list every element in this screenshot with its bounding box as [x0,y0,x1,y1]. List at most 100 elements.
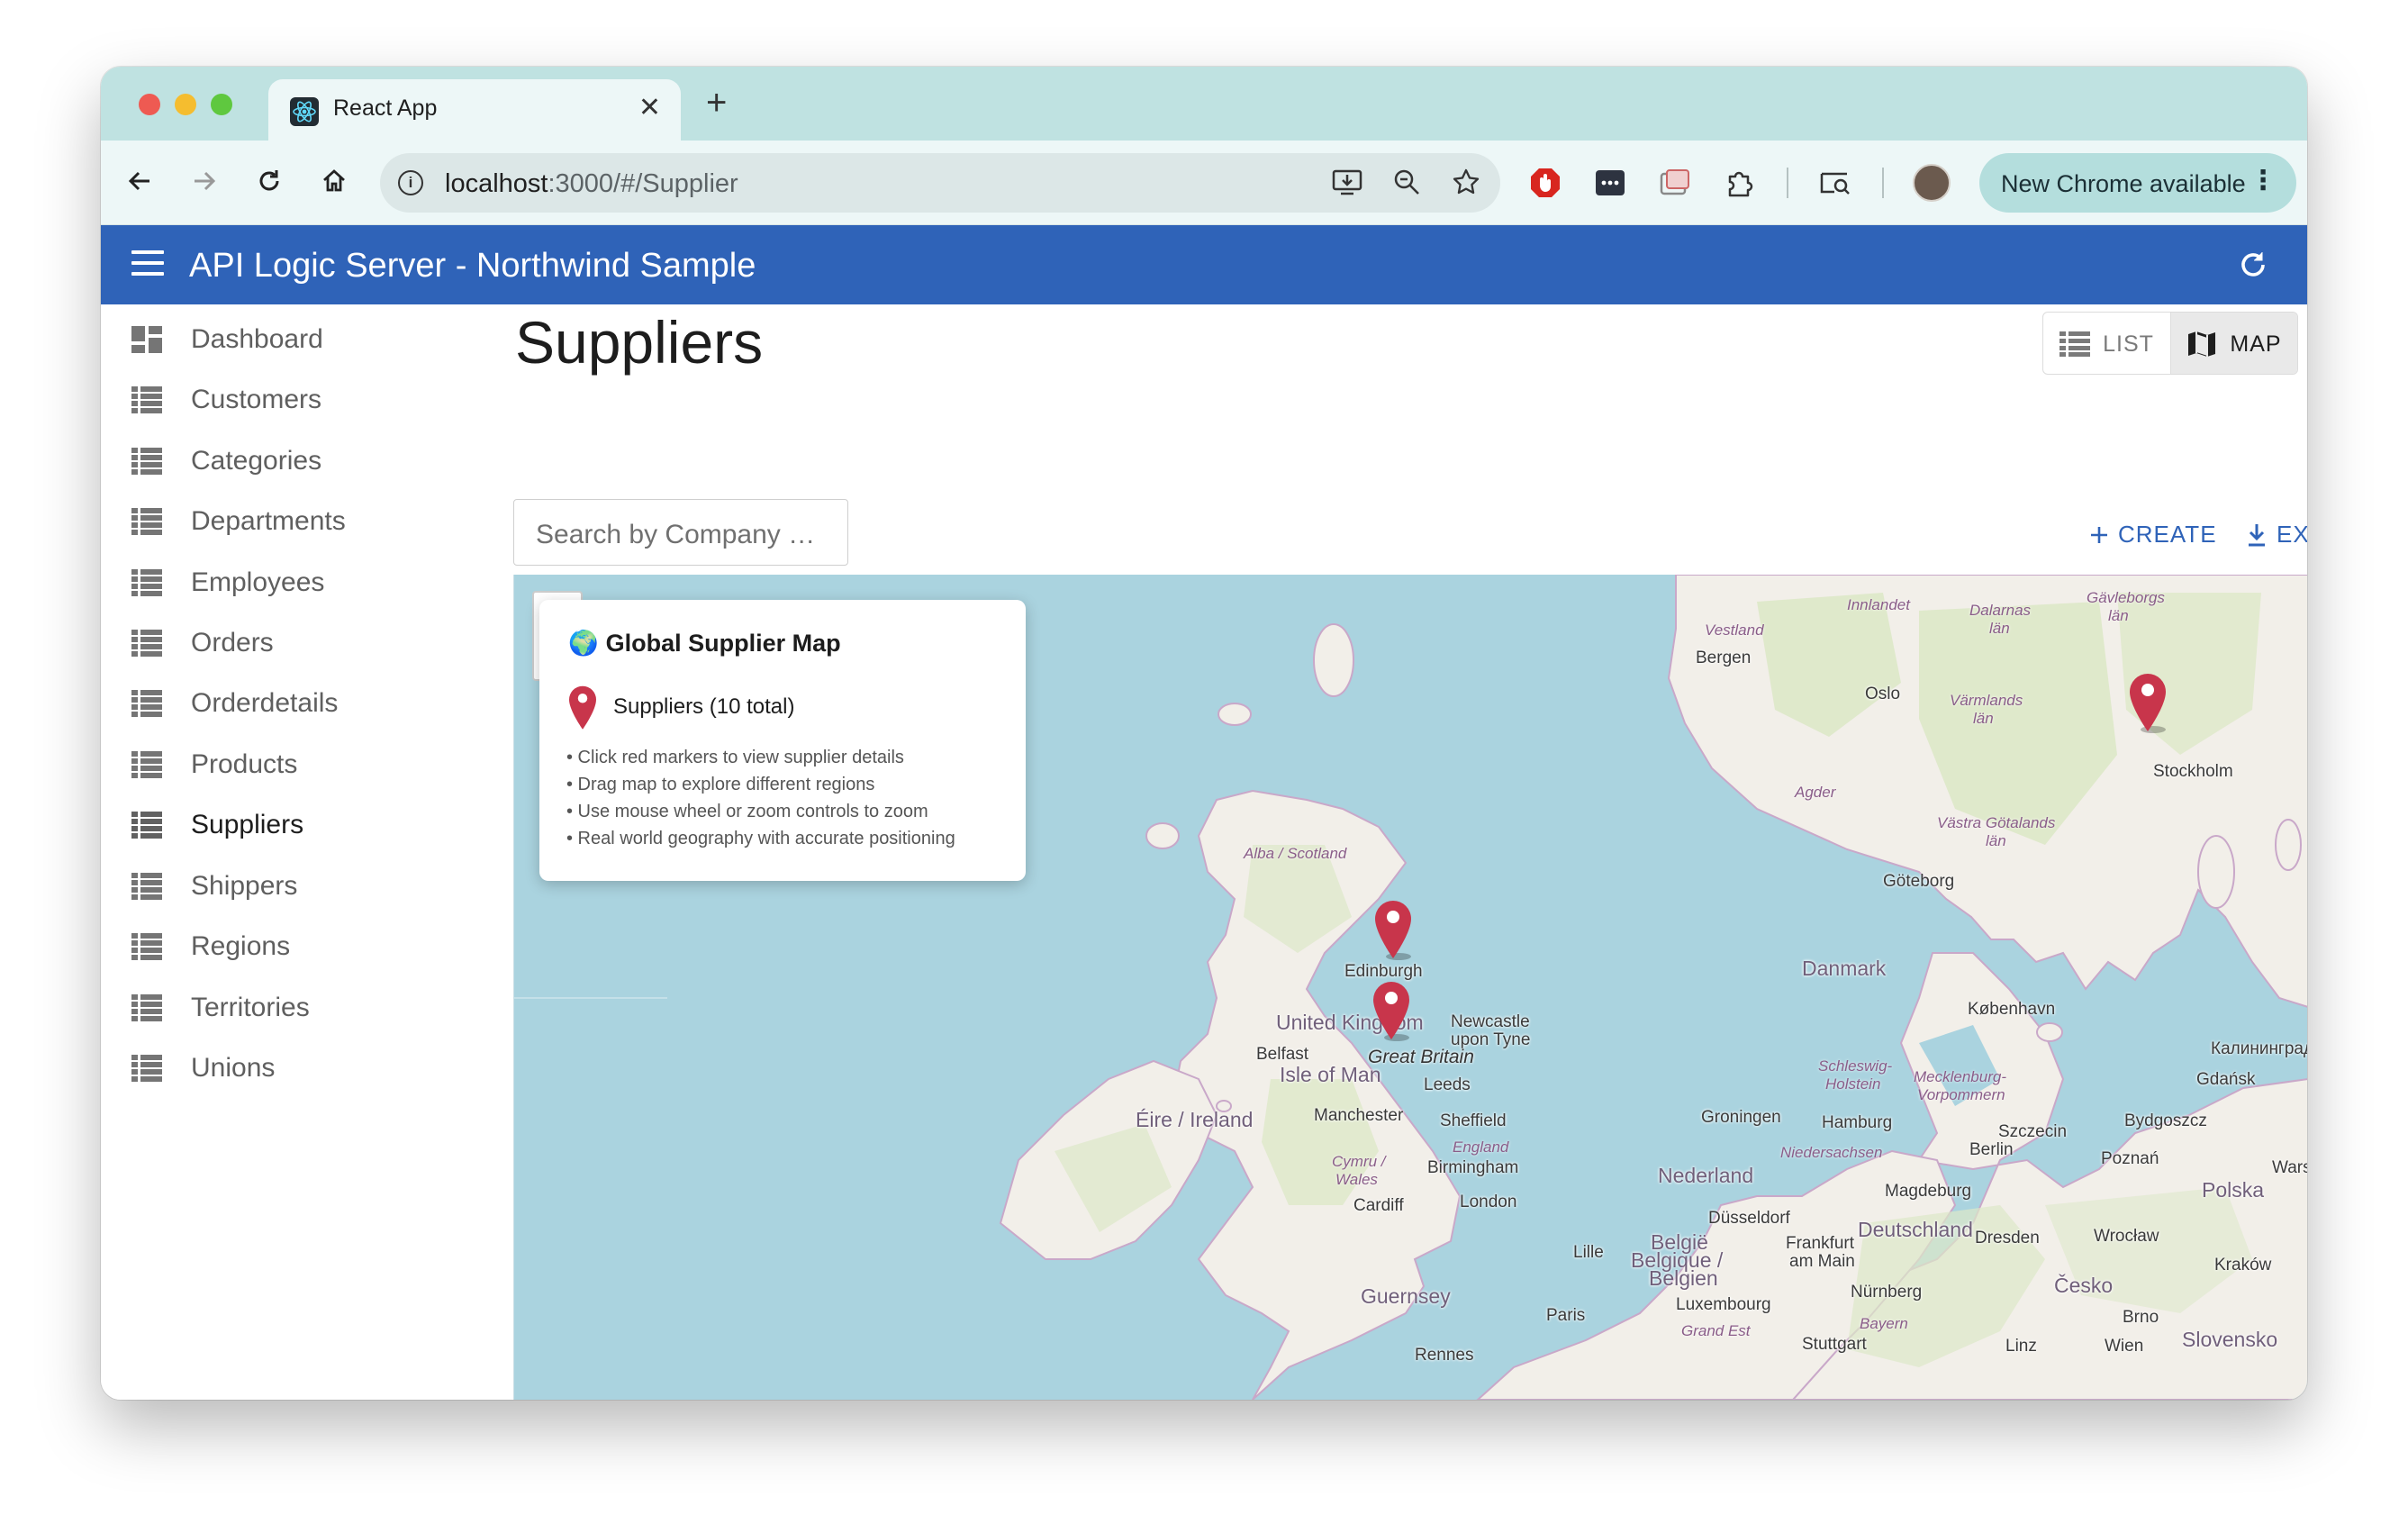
profile-avatar[interactable] [1913,164,1951,202]
back-button[interactable] [119,159,160,204]
map-label: Schleswig- [1818,1057,1893,1075]
react-icon [290,97,319,126]
extensions-puzzle-icon[interactable] [1722,165,1758,201]
sidebar-item-categories[interactable]: Categories [101,435,502,487]
sidebar-item-territories[interactable]: Territories [101,982,502,1034]
map-label: Isle of Man [1280,1063,1381,1086]
map-label: Düsseldorf [1708,1209,1790,1228]
map-label: England [1453,1138,1509,1156]
zoom-icon[interactable] [1390,166,1423,198]
sidebar-item-orders[interactable]: Orders [101,617,502,669]
map-label: Innlandet [1847,596,1910,613]
menu-icon[interactable] [131,250,164,279]
toolbar-divider [1787,168,1788,198]
view-toggle: LIST MAP [2042,312,2298,375]
plus-icon [2091,526,2107,543]
map-label: Nürnberg [1851,1283,1923,1302]
sidebar-item-shippers[interactable]: Shippers [101,860,502,912]
map-label: København [1968,1000,2056,1019]
adblock-extension-icon[interactable] [1527,165,1563,201]
search-input[interactable]: Search by Company … [513,499,848,566]
map-label: Wien [2105,1337,2144,1356]
chrome-update-button[interactable]: New Chrome available ⋮ [1979,153,2296,213]
map-label: Slovensko [2182,1328,2278,1351]
list-icon [131,630,162,657]
map-label: Rennes [1415,1346,1474,1365]
map-label: Éire / Ireland [1136,1108,1254,1131]
screenshot-extension-icon[interactable] [1657,165,1693,201]
list-view-button[interactable]: LIST [2043,313,2170,374]
supplier-marker[interactable] [1371,897,1415,960]
map-label: Frankfurt [1786,1234,1855,1253]
map-hint: • Real world geography with accurate pos… [566,829,955,848]
map-label: Great Britain [1368,1047,1474,1067]
map-label: Hamburg [1822,1113,1893,1132]
map-label: Danmark [1802,957,1887,980]
map-label: Manchester [1314,1106,1404,1125]
map-view-button[interactable]: MAP [2170,313,2297,374]
supplier-marker[interactable] [1370,978,1413,1041]
map-label: Berlin [1969,1140,2014,1159]
list-icon [131,812,162,839]
install-app-icon[interactable] [1331,166,1363,198]
map-label: Gävleborgs [2087,589,2165,606]
list-icon [131,933,162,960]
refresh-icon[interactable] [2235,247,2271,283]
map-label: Luxembourg [1676,1295,1771,1314]
map-label: Cardiff [1353,1196,1404,1215]
export-button[interactable]: EXPORT [2246,521,2307,549]
map-label: Grand Est [1681,1322,1751,1339]
map-label: Bergen [1696,649,1752,667]
map-label: Belfast [1256,1045,1309,1064]
map-icon [2188,331,2216,357]
map-label: Paris [1546,1306,1586,1325]
map-label: Göteborg [1883,872,1955,891]
home-button[interactable] [313,159,355,204]
minimize-window-button[interactable] [175,94,196,115]
map-label: Agder [1795,784,1836,801]
sidebar-item-unions[interactable]: Unions [101,1042,502,1094]
sidebar-item-departments[interactable]: Departments [101,495,502,548]
tab-search-icon[interactable] [1817,165,1853,201]
close-tab-icon[interactable]: ✕ [638,92,661,123]
sidebar-item-regions[interactable]: Regions [101,921,502,973]
browser-tab[interactable]: React App ✕ [268,79,681,141]
map-label: Cymru / [1332,1153,1386,1170]
reload-button[interactable] [249,159,290,204]
sidebar-item-employees[interactable]: Employees [101,557,502,609]
maximize-window-button[interactable] [211,94,232,115]
map-label: Nederland [1658,1164,1754,1187]
map-label: Bydgoszcz [2124,1111,2207,1130]
password-extension-icon[interactable] [1592,165,1628,201]
forward-button[interactable] [184,159,225,204]
sidebar-item-suppliers[interactable]: Suppliers [101,799,502,851]
supplier-map[interactable]: Vestland Bergen Innlandet Dalarnas län G… [513,575,2307,1400]
map-label: Brno [2123,1308,2159,1327]
tab-strip: React App ✕ + [101,67,2307,141]
map-label: län [1973,710,1994,727]
map-label: Leeds [1424,1075,1471,1094]
more-menu-icon[interactable]: ⋮ [2250,168,2277,195]
new-tab-button[interactable]: + [706,85,727,121]
map-label: Калининградская [2211,1039,2307,1058]
map-hint: • Drag map to explore different regions [566,775,875,794]
map-label: Vorpommern [1917,1086,2005,1103]
map-hint: • Use mouse wheel or zoom controls to zo… [566,802,928,821]
page: React App ✕ + i localhost:3000/#/Supplie… [0,0,2408,1533]
address-bar[interactable]: i localhost:3000/#/Supplier [380,153,1500,213]
map-label: Wales [1335,1171,1378,1188]
bookmark-star-icon[interactable] [1450,166,1482,198]
sidebar-item-dashboard[interactable]: Dashboard [101,313,502,366]
sidebar-item-products[interactable]: Products [101,739,502,791]
sidebar-item-orderdetails[interactable]: Orderdetails [101,677,502,730]
list-icon [131,508,162,535]
map-label: Magdeburg [1885,1182,1972,1201]
map-label: län [1986,832,2006,849]
site-info-icon[interactable]: i [398,170,423,195]
close-window-button[interactable] [139,94,160,115]
supplier-marker[interactable] [2126,670,2169,733]
sidebar-item-customers[interactable]: Customers [101,374,502,426]
map-label: Alba / Scotland [1244,845,1347,862]
create-button[interactable]: CREATE [2089,521,2217,549]
marker-icon [569,685,596,730]
